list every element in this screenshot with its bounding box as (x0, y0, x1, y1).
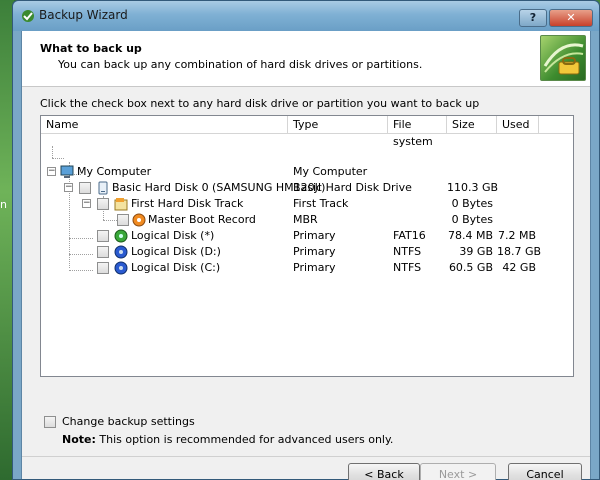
tree-line (52, 158, 64, 159)
help-button[interactable]: ? (519, 9, 547, 27)
partition-blue-icon (114, 245, 128, 259)
computer-icon (60, 165, 74, 179)
row-used: 42 GB (502, 261, 536, 274)
row-name: Logical Disk (C:) (131, 261, 221, 274)
row-size: 78.4 MB (447, 229, 493, 242)
column-header-type[interactable]: Type (288, 116, 388, 134)
backup-wizard-window: Backup Wizard ? ✕ What to back up You ca… (12, 0, 600, 480)
row-type: Primary (293, 229, 336, 242)
change-settings-checkbox[interactable] (44, 416, 56, 428)
wizard-client-area: What to back up You can back up any comb… (21, 31, 591, 480)
list-header: Name Type File system Size Used (41, 116, 573, 148)
column-header-used[interactable]: Used (497, 116, 539, 134)
row-used: 7.2 MB (497, 229, 536, 242)
row-size: 0 Bytes (451, 197, 493, 210)
logical-disk-c-checkbox[interactable] (97, 262, 109, 274)
tree-line (52, 146, 53, 158)
page-subtitle: You can back up any combination of hard … (58, 58, 423, 71)
desktop-edge-text: n (0, 198, 7, 211)
row-file-system: FAT16 (393, 229, 426, 242)
row-name: My Computer (77, 165, 152, 178)
row-name: Logical Disk (*) (131, 229, 215, 242)
table-row-logical-disk-c[interactable]: Logical Disk (C:) Primary NTFS 60.5 GB 4… (41, 260, 573, 276)
window-title: Backup Wizard (39, 8, 128, 22)
disk-list[interactable]: Name Type File system Size Used − My Com… (40, 115, 574, 377)
row-type: First Track (293, 197, 349, 210)
partition-green-icon (114, 229, 128, 243)
row-type: Primary (293, 245, 336, 258)
instruction-text: Click the check box next to any hard dis… (40, 97, 480, 110)
table-row-my-computer[interactable]: − My Computer My Computer (41, 164, 573, 180)
mbr-icon (132, 213, 146, 227)
row-type: MBR (293, 213, 318, 226)
advanced-note: Note: This option is recommended for adv… (62, 433, 393, 446)
row-used: 18.7 GB (497, 245, 542, 258)
collapse-toggle[interactable]: − (47, 167, 56, 176)
first-track-checkbox[interactable] (97, 198, 109, 210)
row-type: My Computer (293, 165, 368, 178)
wizard-app-icon (21, 9, 35, 23)
collapse-toggle[interactable]: − (82, 199, 91, 208)
cancel-button[interactable]: Cancel (508, 463, 582, 480)
column-header-size[interactable]: Size (447, 116, 497, 134)
table-row-logical-disk-d[interactable]: Logical Disk (D:) Primary NTFS 39 GB 18.… (41, 244, 573, 260)
row-size: 0 Bytes (451, 213, 493, 226)
row-size: 60.5 GB (448, 261, 493, 274)
row-size: 110.3 GB (447, 181, 499, 194)
table-row-logical-disk-star[interactable]: Logical Disk (*) Primary FAT16 78.4 MB 7… (41, 228, 573, 244)
row-size: 39 GB (459, 245, 493, 258)
row-file-system: NTFS (393, 245, 422, 258)
hard-disk-icon (96, 181, 110, 195)
row-file-system: NTFS (393, 261, 422, 274)
close-button[interactable]: ✕ (549, 9, 593, 27)
table-row-mbr[interactable]: Master Boot Record MBR 0 Bytes (41, 212, 573, 228)
collapse-toggle[interactable]: − (64, 183, 73, 192)
column-header-file-system[interactable]: File system (388, 116, 447, 148)
page-title: What to back up (40, 42, 142, 55)
note-label: Note: (62, 433, 96, 446)
column-header-name[interactable]: Name (41, 116, 288, 134)
next-button[interactable]: Next > (420, 463, 496, 480)
wizard-header: What to back up You can back up any comb… (22, 31, 590, 87)
logical-disk-star-checkbox[interactable] (97, 230, 109, 242)
logical-disk-d-checkbox[interactable] (97, 246, 109, 258)
table-row-first-track[interactable]: − First Hard Disk Track First Track 0 By… (41, 196, 573, 212)
footer-divider (22, 456, 590, 457)
row-type: Basic Hard Disk Drive (293, 181, 412, 194)
change-settings-label[interactable]: Change backup settings (62, 416, 195, 428)
note-text: This option is recommended for advanced … (95, 433, 394, 446)
back-button[interactable]: < Back (348, 463, 420, 480)
mbr-checkbox[interactable] (117, 214, 129, 226)
partition-blue-icon (114, 261, 128, 275)
row-type: Primary (293, 261, 336, 274)
row-name: Master Boot Record (148, 213, 256, 226)
hard-disk-checkbox[interactable] (79, 182, 91, 194)
row-name: First Hard Disk Track (131, 197, 244, 210)
disk-track-icon (114, 197, 128, 211)
row-name: Logical Disk (D:) (131, 245, 221, 258)
table-row-hard-disk[interactable]: − Basic Hard Disk 0 (SAMSUNG HM120JI) Ba… (41, 180, 573, 196)
title-bar[interactable]: Backup Wizard ? ✕ (13, 1, 599, 31)
backup-logo-icon (540, 35, 586, 81)
